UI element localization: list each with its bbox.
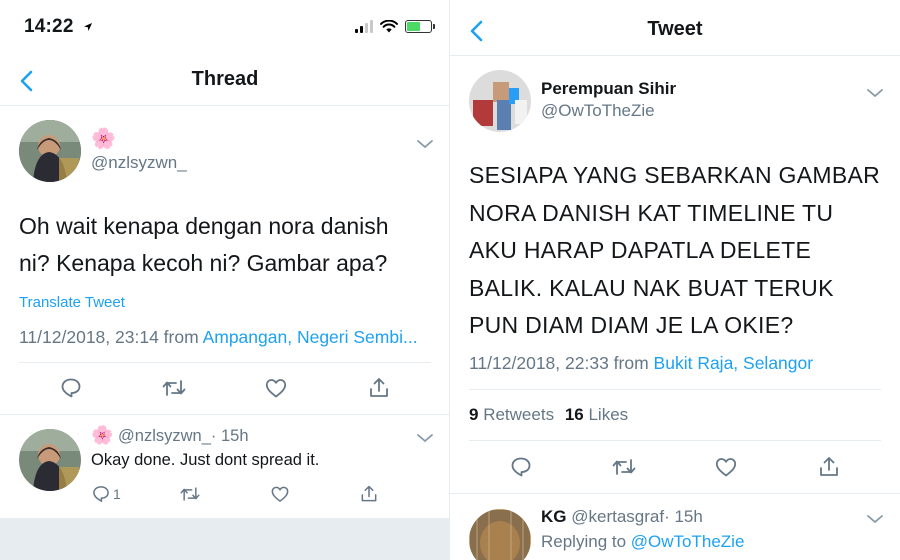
- location-arrow-icon: [84, 23, 93, 31]
- retweet-icon[interactable]: [179, 484, 201, 504]
- translate-link[interactable]: Translate Tweet: [19, 294, 125, 311]
- reply-icon: [93, 486, 109, 503]
- tweet-text-line: SESIAPA YANG SEBARKAN GAMBAR: [469, 162, 881, 188]
- heart-icon: [716, 458, 737, 477]
- retweets-label: Retweets: [483, 405, 555, 424]
- thread-bottom-gap: [0, 518, 450, 560]
- replying-to: Replying to @OwToTheZie: [541, 532, 744, 552]
- tweet-navbar: Tweet: [450, 6, 900, 56]
- like-button[interactable]: [263, 375, 289, 401]
- page-title: Thread: [191, 68, 259, 90]
- cellular-signal-icon: [355, 20, 373, 33]
- author-handle[interactable]: @nzlsyzwn_: [91, 153, 187, 173]
- tweet-datetime: 11/12/2018, 22:33 from: [469, 353, 649, 373]
- tweet-actions: [450, 441, 900, 493]
- retweets-count: 9: [469, 405, 479, 424]
- tweet-text-line: AKU HARAP DAPATLA DELETE: [469, 237, 812, 263]
- tweet-text: Oh wait kenapa dengan nora danish ni? Ke…: [19, 208, 389, 282]
- retweet-button[interactable]: [611, 454, 637, 480]
- reply-icon: [511, 457, 531, 477]
- share-icon[interactable]: [359, 484, 379, 504]
- author-emoji: 🌸: [91, 425, 114, 445]
- status-time-text: 14:22: [24, 16, 74, 37]
- avatar[interactable]: [469, 70, 531, 132]
- chevron-down-icon[interactable]: [416, 138, 434, 150]
- reply-header: KG @kertasgraf· 15h: [541, 507, 703, 527]
- avatar[interactable]: [469, 509, 531, 560]
- author-handle[interactable]: @kertasgraf: [571, 507, 664, 526]
- like-button[interactable]: [713, 454, 739, 480]
- tweet-meta: 11/12/2018, 23:14 from Ampangan, Negeri …: [19, 327, 418, 348]
- tweet-detail-screen: Tweet Perempuan Sihir @OwToTheZie SESIAP…: [450, 0, 900, 560]
- retweet-icon: [162, 380, 186, 396]
- author-emoji: 🌸: [91, 128, 116, 150]
- thread-navbar: Thread: [0, 56, 450, 106]
- battery-icon: [405, 20, 435, 33]
- status-bar: 14:22: [0, 0, 450, 56]
- share-icon: [819, 457, 838, 476]
- heart-icon[interactable]: [270, 484, 290, 504]
- author-handle[interactable]: @OwToTheZie: [541, 101, 655, 121]
- likes-stat[interactable]: 16 Likes: [565, 405, 628, 424]
- reply-icon: [61, 378, 81, 398]
- tweet-text-line: Oh wait kenapa dengan nora danish: [19, 213, 389, 239]
- avatar[interactable]: [19, 120, 81, 182]
- share-button[interactable]: [366, 375, 392, 401]
- tweet-meta: 11/12/2018, 22:33 from Bukit Raja, Selan…: [469, 353, 813, 374]
- tweet-text-line: BALIK. KALAU NAK BUAT TERUK: [469, 274, 834, 301]
- wifi-icon: [380, 20, 398, 33]
- divider: [0, 414, 450, 415]
- reply-button[interactable]: [508, 454, 534, 480]
- tweet-text: SESIAPA YANG SEBARKAN GAMBAR NORA DANISH…: [469, 157, 880, 345]
- reply-time: · 15h: [664, 507, 703, 526]
- replying-prefix: Replying to: [541, 532, 627, 551]
- reply-button[interactable]: [58, 375, 84, 401]
- reply-text: Okay done. Just dont spread it.: [91, 451, 320, 469]
- author-handle[interactable]: @nzlsyzwn_: [118, 427, 211, 445]
- reply-button[interactable]: 1: [91, 484, 121, 504]
- chevron-down-icon[interactable]: [866, 513, 884, 525]
- tweet-text-line: PUN DIAM DIAM JE LA OKIE?: [469, 312, 794, 338]
- tweet-actions: [0, 362, 450, 414]
- tweet-location-link[interactable]: Ampangan, Negeri Sembi...: [203, 327, 418, 347]
- retweet-icon: [612, 459, 636, 475]
- divider: [469, 389, 881, 390]
- tweet-datetime: 11/12/2018, 23:14 from: [19, 327, 199, 347]
- chevron-down-icon[interactable]: [416, 432, 434, 444]
- page-title: Tweet: [647, 18, 703, 40]
- tweet-text-line: NORA DANISH KAT TIMELINE TU: [469, 199, 834, 226]
- avatar[interactable]: [19, 429, 81, 491]
- thread-screen: 14:22 Thread 🌸 @nzlsyzwn_ Oh wait kenapa…: [0, 0, 450, 560]
- reply-time: · 15h: [210, 427, 249, 445]
- tweet-location-link[interactable]: Bukit Raja, Selangor: [654, 353, 814, 373]
- likes-count: 16: [564, 405, 584, 424]
- author-name[interactable]: KG: [541, 507, 567, 526]
- retweets-stat[interactable]: 9 Retweets: [469, 405, 559, 424]
- chevron-down-icon[interactable]: [866, 87, 884, 99]
- reply-count: 1: [113, 486, 121, 502]
- share-icon: [369, 378, 388, 397]
- reply-header: 🌸 @nzlsyzwn_· 15h: [91, 425, 249, 446]
- status-icons: [355, 20, 435, 33]
- engagement-stats: 9 Retweets 16 Likes: [469, 405, 628, 425]
- author-name[interactable]: Perempuan Sihir: [541, 79, 676, 99]
- likes-label: Likes: [588, 405, 629, 424]
- retweet-button[interactable]: [161, 375, 187, 401]
- heart-icon: [266, 379, 287, 398]
- replying-to-link[interactable]: @OwToTheZie: [631, 532, 745, 551]
- share-button[interactable]: [816, 454, 842, 480]
- reply-actions: 1: [91, 482, 391, 508]
- tweet-text-line: ni? Kenapa kecoh ni? Gambar apa?: [19, 250, 388, 276]
- divider: [450, 493, 900, 494]
- status-time: 14:22: [24, 16, 93, 38]
